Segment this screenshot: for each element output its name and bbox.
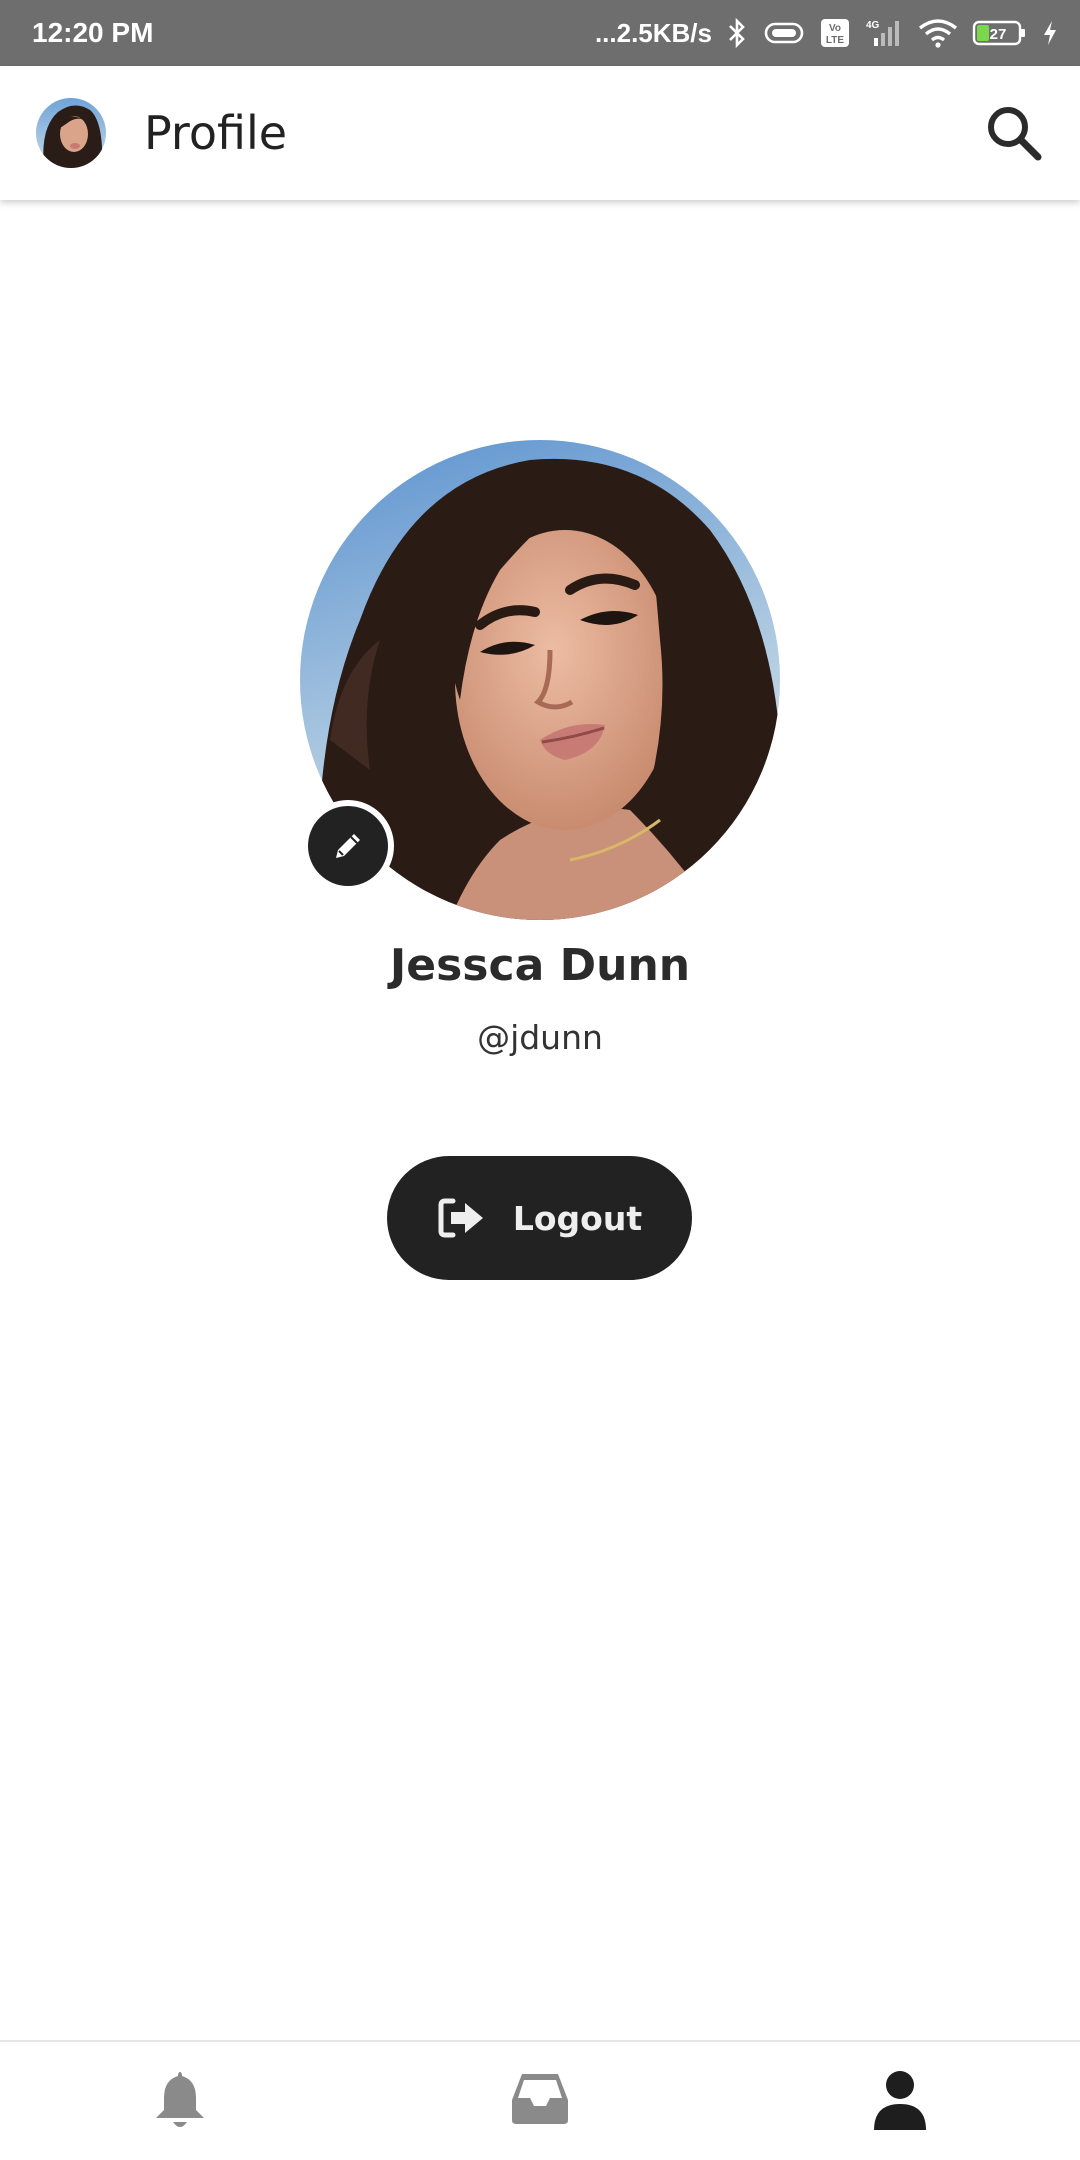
user-icon [874,2071,926,2130]
svg-text:LTE: LTE [826,35,844,46]
battery-icon: 27 [972,18,1028,48]
bell-icon [156,2072,204,2127]
profile-handle: @jdunn [477,1018,603,1057]
volte-icon: Vo LTE [820,18,850,48]
svg-text:27: 27 [990,26,1007,43]
profile-name: Jessca Dunn [389,940,691,991]
bottom-nav [0,2040,1080,2160]
charging-icon [1042,19,1058,47]
status-icons: ...2.5KB/s Vo LTE 4G 27 [595,18,1058,49]
nav-item-notifications[interactable] [80,2068,280,2148]
edit-photo-button[interactable] [302,800,394,892]
page-title: Profile [144,106,288,160]
wifi-icon [918,18,958,48]
logout-button[interactable]: Logout [387,1156,692,1280]
profile-screen: 12:20 PM ...2.5KB/s Vo LTE 4G 27 Profile… [0,0,1080,2160]
app-bar: Profile [0,66,1080,200]
svg-text:4G: 4G [866,20,880,31]
inbox-icon [512,2074,568,2124]
edit-badge [308,806,388,886]
search-button[interactable] [982,101,1046,165]
logout-icon [438,1198,483,1238]
logout-label: Logout [512,1198,643,1238]
status-time: 12:20 PM [32,17,154,48]
nav-item-profile[interactable] [800,2068,1000,2148]
avatar[interactable] [36,98,106,168]
cell-signal-icon: 4G [864,18,904,48]
bluetooth-icon [726,18,748,48]
svg-text:Vo: Vo [829,23,841,34]
status-bar: 12:20 PM ...2.5KB/s Vo LTE 4G 27 [0,0,1080,66]
profile-photo-container [300,440,780,920]
search-icon [988,107,1042,161]
vibrate-icon [762,19,806,47]
pencil-icon [336,834,360,858]
network-speed: ...2.5KB/s [594,17,712,48]
nav-item-inbox[interactable] [440,2068,640,2148]
